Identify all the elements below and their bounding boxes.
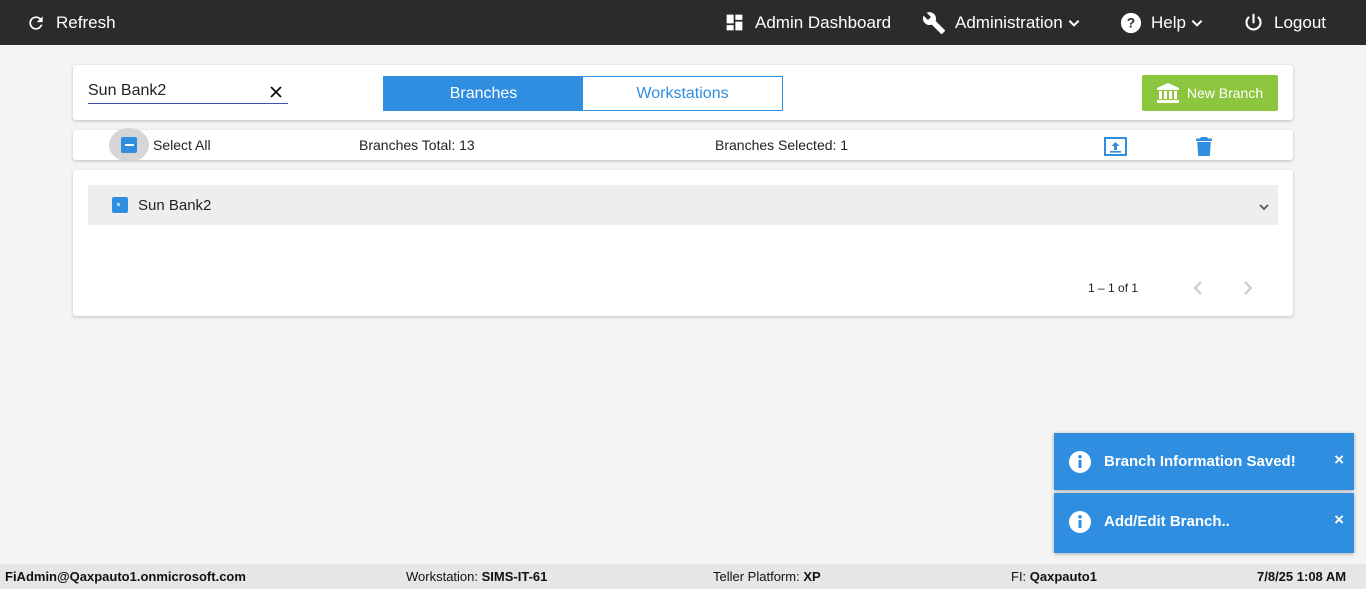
- dashboard-icon: [726, 14, 743, 31]
- workstation-value: SIMS-IT-61: [481, 569, 548, 584]
- search-input[interactable]: [88, 81, 263, 100]
- footer-user: FiAdmin@Qaxpauto1.onmicrosoft.com: [5, 569, 246, 584]
- branches-selected: Branches Selected: 1: [715, 137, 849, 153]
- help-menu[interactable]: ? Help: [1120, 0, 1204, 45]
- admin-dashboard-link[interactable]: Admin Dashboard: [724, 0, 891, 45]
- upload-icon[interactable]: [1104, 137, 1127, 156]
- fi-value: Qaxpauto1: [1029, 569, 1097, 584]
- select-all-checkbox[interactable]: [109, 128, 149, 162]
- tab-workstations[interactable]: Workstations: [583, 77, 782, 110]
- selection-bar: Select All Branches Total: 13 Branches S…: [73, 128, 1293, 162]
- view-toggle: Branches Workstations: [383, 76, 783, 111]
- logout-label: Logout: [1274, 12, 1326, 32]
- select-all-label: Select All: [153, 137, 211, 153]
- status-footer: FiAdmin@Qaxpauto1.onmicrosoft.com Workst…: [0, 564, 1366, 589]
- tab-branches[interactable]: Branches: [384, 77, 583, 110]
- info-icon: [1069, 511, 1091, 533]
- toast-notification: Branch Information Saved! ×: [1054, 433, 1354, 490]
- svg-text:?: ?: [1127, 15, 1135, 30]
- branch-toolbar-card: Branches Workstations New Branch: [73, 65, 1293, 120]
- platform-value: XP: [803, 569, 821, 584]
- footer-datetime: 7/8/25 1:08 AM: [1257, 569, 1347, 584]
- branch-name: Sun Bank2: [138, 197, 212, 214]
- toast-message: Branch Information Saved!: [1104, 453, 1296, 470]
- trash-icon[interactable]: [1196, 137, 1212, 156]
- close-icon[interactable]: ×: [1334, 450, 1344, 470]
- refresh-icon: [29, 15, 43, 30]
- close-icon[interactable]: [270, 86, 282, 98]
- fi-label: FI:: [1011, 569, 1027, 584]
- toast-notification: Add/Edit Branch.. ×: [1054, 493, 1354, 553]
- refresh-label: Refresh: [56, 12, 116, 32]
- info-icon: [1069, 451, 1091, 473]
- new-branch-label: New Branch: [1186, 85, 1264, 101]
- platform-label: Teller Platform:: [713, 569, 800, 584]
- power-icon: [1245, 13, 1262, 31]
- bank-icon: [1156, 83, 1179, 103]
- admin-dashboard-label: Admin Dashboard: [755, 12, 892, 32]
- refresh-button[interactable]: Refresh: [26, 0, 116, 45]
- close-icon[interactable]: ×: [1334, 510, 1344, 530]
- footer-platform: Teller Platform: XP: [713, 569, 821, 584]
- checked-checkbox-icon[interactable]: [112, 197, 128, 213]
- chevron-down-icon: [1191, 19, 1203, 27]
- branches-total: Branches Total: 13: [359, 137, 475, 153]
- list-item[interactable]: Sun Bank2: [88, 185, 1278, 225]
- branch-search-field: [88, 81, 288, 104]
- workstation-label: Workstation:: [406, 569, 479, 584]
- logout-button[interactable]: Logout: [1243, 0, 1326, 45]
- wrench-icon: [922, 11, 945, 34]
- branch-list-card: Sun Bank2 1 – 1 of 1: [73, 170, 1293, 316]
- chevron-left-icon[interactable]: [1193, 281, 1205, 295]
- top-nav-bar: Refresh Admin Dashboard Administration ?…: [0, 0, 1366, 45]
- footer-fi: FI: Qaxpauto1: [1011, 569, 1097, 584]
- chevron-down-icon: [1068, 19, 1080, 27]
- new-branch-button[interactable]: New Branch: [1142, 75, 1278, 111]
- help-label: Help: [1151, 12, 1186, 32]
- pagination-range: 1 – 1 of 1: [1088, 281, 1139, 295]
- toast-message: Add/Edit Branch..: [1104, 513, 1230, 530]
- help-icon: ?: [1120, 12, 1142, 33]
- administration-menu[interactable]: Administration: [922, 0, 1081, 45]
- chevron-down-icon[interactable]: [1258, 201, 1270, 213]
- administration-label: Administration: [955, 12, 1063, 32]
- footer-workstation: Workstation: SIMS-IT-61: [406, 569, 547, 584]
- chevron-right-icon[interactable]: [1241, 281, 1253, 295]
- indeterminate-checkbox-icon: [121, 137, 137, 153]
